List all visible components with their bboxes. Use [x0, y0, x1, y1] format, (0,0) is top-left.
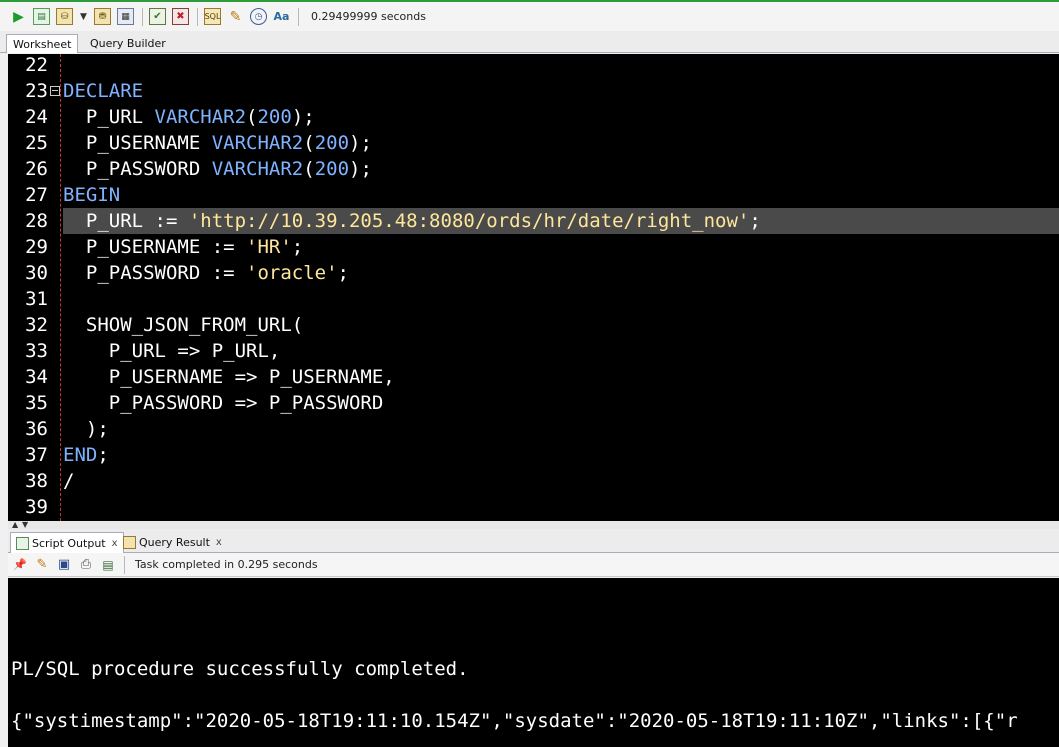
toolbar-separator	[142, 7, 143, 26]
tab-query-result[interactable]: Query Result x	[118, 532, 227, 553]
sql-tuning-icon[interactable]: ✖	[172, 8, 189, 25]
history-icon[interactable]: ◷	[250, 8, 267, 25]
line-number: 22	[25, 54, 48, 76]
panel-splitter[interactable]: ▲ ▼	[8, 521, 1059, 529]
code-line: P_USERNAME => P_USERNAME,	[63, 366, 395, 388]
fold-toggle-icon[interactable]	[50, 86, 60, 96]
line-number: 29	[25, 236, 48, 258]
line-number: 34	[25, 366, 48, 388]
print-icon[interactable]: ⎙	[78, 557, 94, 573]
output-toolbar: 📌 ✎ ▣ ⎙ ▤ Task completed in 0.295 second…	[8, 553, 1059, 577]
line-number: 32	[25, 314, 48, 336]
elapsed-time: 0.29499999 seconds	[311, 10, 426, 23]
tab-query-builder[interactable]: Query Builder	[84, 34, 172, 53]
run-statement-icon[interactable]: ▶	[10, 8, 27, 25]
line-number: 36	[25, 418, 48, 440]
output-line: {"systimestamp":"2020-05-18T19:11:10.154…	[11, 710, 1018, 732]
line-number: 37	[25, 444, 48, 466]
code-line: BEGIN	[63, 184, 121, 206]
format-case-icon[interactable]: Aa	[273, 8, 290, 25]
code-line-current: P_URL := 'http://10.39.205.48:8080/ords/…	[63, 208, 1059, 234]
tab-worksheet[interactable]: Worksheet	[6, 34, 79, 53]
line-number: 27	[25, 184, 48, 206]
margin-guide	[60, 54, 61, 521]
close-icon[interactable]: x	[216, 537, 222, 548]
script-output-area[interactable]: PL/SQL procedure successfully completed.…	[8, 578, 1059, 747]
split-up-icon[interactable]: ▲	[12, 521, 18, 529]
line-number: 26	[25, 158, 48, 180]
explain-plan-icon[interactable]: ▦	[117, 8, 134, 25]
line-number: 35	[25, 392, 48, 414]
line-number: 33	[25, 340, 48, 362]
line-number-gutter: 22 23 24 25 26 27 28 29 30 31 32 33 34 3…	[8, 54, 48, 521]
toolbar-separator	[298, 7, 299, 26]
dropdown-icon[interactable]: ▼	[79, 8, 88, 25]
query-result-icon	[123, 536, 136, 549]
split-down-icon[interactable]: ▼	[22, 521, 28, 529]
code-line: );	[63, 418, 109, 440]
code-line: P_USERNAME VARCHAR2(200);	[63, 132, 372, 154]
sql-editor[interactable]: 22 23 24 25 26 27 28 29 30 31 32 33 34 3…	[8, 54, 1059, 521]
toolbar-separator	[124, 555, 125, 574]
output-tabs: Script Output x Query Result x	[8, 529, 1059, 553]
line-number: 31	[25, 288, 48, 310]
line-number: 23	[25, 80, 48, 102]
line-number: 25	[25, 132, 48, 154]
code-line: P_PASSWORD VARCHAR2(200);	[63, 158, 372, 180]
code-line: P_USERNAME := 'HR';	[63, 236, 304, 258]
line-number: 24	[25, 106, 48, 128]
code-line: P_URL => P_URL,	[63, 340, 281, 362]
tab-label: Script Output	[32, 536, 106, 550]
code-line: DECLARE	[63, 80, 144, 102]
save-icon[interactable]: ▣	[56, 557, 72, 573]
clear-icon[interactable]: ✎	[227, 8, 244, 25]
code-line: SHOW_JSON_FROM_URL(	[63, 314, 304, 336]
close-icon[interactable]: x	[112, 538, 118, 549]
editor-tabs: Worksheet Query Builder	[0, 31, 1059, 53]
line-number: 38	[25, 470, 48, 492]
commit-icon[interactable]: ⛁	[56, 8, 73, 25]
pin-icon[interactable]: 📌	[12, 557, 28, 573]
tab-label: Query Result	[139, 536, 210, 549]
sql-monitor-icon[interactable]: SQL	[204, 8, 221, 25]
main-toolbar: ▶ ▤ ⛁ ▼ ⛃ ▦ ✔ ✖ SQL ✎ ◷ Aa 0.29499999 se…	[0, 0, 1059, 31]
toolbar-separator	[197, 7, 198, 26]
line-number: 39	[25, 496, 48, 518]
output-line: PL/SQL procedure successfully completed.	[11, 658, 469, 680]
run-script-icon[interactable]: ▤	[33, 8, 50, 25]
code-line: END;	[63, 444, 109, 466]
tab-script-output[interactable]: Script Output x	[10, 532, 124, 553]
code-line: P_URL VARCHAR2(200);	[63, 106, 315, 128]
autotrace-icon[interactable]: ✔	[149, 8, 166, 25]
code-line: /	[63, 470, 75, 492]
script-output-icon	[16, 536, 29, 550]
line-number: 30	[25, 262, 48, 284]
task-status: Task completed in 0.295 seconds	[135, 558, 318, 571]
left-strip	[0, 54, 8, 747]
rollback-icon[interactable]: ⛃	[94, 8, 111, 25]
line-number: 28	[25, 210, 48, 232]
buffer-size-icon[interactable]: ▤	[100, 557, 116, 573]
code-line: P_PASSWORD => P_PASSWORD	[63, 392, 384, 414]
clear-output-icon[interactable]: ✎	[34, 557, 50, 573]
code-line: P_PASSWORD := 'oracle';	[63, 262, 349, 284]
